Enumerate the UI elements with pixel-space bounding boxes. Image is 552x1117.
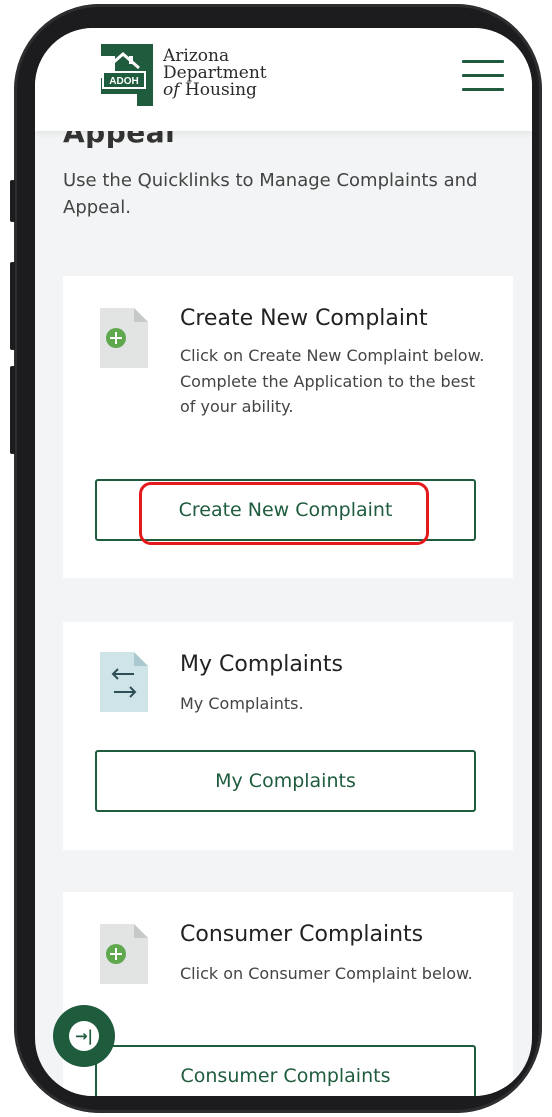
card-title: My Complaints [180, 652, 343, 677]
adoh-logo-icon[interactable]: ADOH [97, 44, 157, 106]
highlight-annotation [139, 482, 429, 545]
card-description: Click on Create New Complaint below. Com… [180, 346, 485, 416]
organization-name: Arizona Department of Housing [163, 48, 267, 99]
document-add-icon [100, 924, 148, 984]
consumer-complaints-button[interactable]: Consumer Complaints [95, 1045, 476, 1096]
document-transfer-icon [100, 652, 148, 712]
hamburger-menu-icon[interactable] [462, 60, 504, 92]
my-complaints-card: My Complaints My Complaints. My Complain… [63, 622, 513, 850]
card-title: Create New Complaint [180, 306, 428, 331]
card-title: Consumer Complaints [180, 922, 424, 947]
card-description: Click on Consumer Complaint below. [180, 964, 473, 983]
page-intro: Use the Quicklinks to Manage Complaints … [63, 170, 478, 218]
phone-volume-down-button [10, 366, 15, 454]
logo-line-3: of Housing [163, 82, 267, 99]
menu-bar [462, 88, 504, 91]
site-header: ADOH Arizona Department of Housing [35, 28, 532, 131]
app-screen: ADOH Arizona Department of Housing Appea… [35, 28, 532, 1096]
card-description: My Complaints. [180, 694, 304, 713]
expand-sidebar-icon: →| [69, 1021, 99, 1051]
expand-sidebar-button[interactable]: →| [53, 1005, 115, 1067]
logo-line-3-rest: Housing [179, 80, 257, 100]
document-add-icon [100, 308, 148, 368]
consumer-complaints-card: Consumer Complaints Click on Consumer Co… [63, 892, 513, 1096]
menu-bar [462, 74, 504, 77]
phone-side-button [10, 180, 15, 222]
menu-bar [462, 60, 504, 63]
logo-line-3-italic: of [163, 80, 180, 100]
logo-badge-text: ADOH [109, 76, 138, 87]
my-complaints-button[interactable]: My Complaints [95, 750, 476, 812]
phone-volume-up-button [10, 262, 15, 350]
